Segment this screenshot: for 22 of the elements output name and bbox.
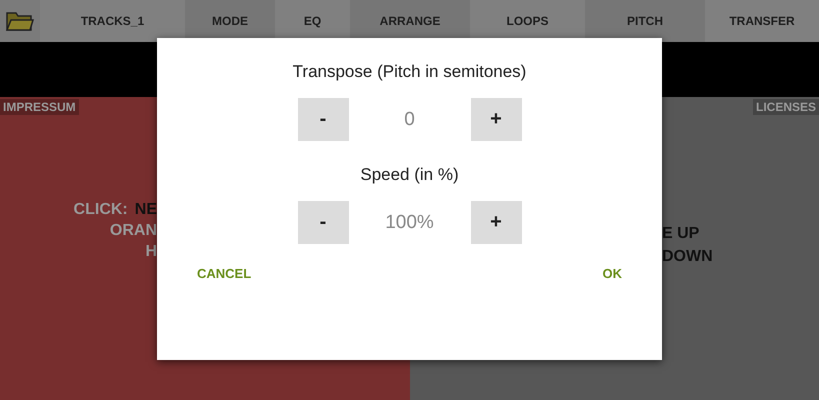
toolbar-tab[interactable]: TRANSFER [705, 0, 819, 42]
toolbar-tab[interactable]: PITCH [585, 0, 705, 42]
panel-text: DOWN [662, 248, 714, 266]
dialog-label: Transpose (Pitch in semitones) [292, 62, 526, 83]
panel-text: CLICK: [74, 201, 128, 219]
decrement-button[interactable]: - [298, 98, 348, 141]
cancel-button[interactable]: CANCEL [195, 262, 254, 285]
licenses-link[interactable]: LICENSES [752, 99, 819, 115]
decrement-button[interactable]: - [298, 201, 348, 244]
panel-text: NE [134, 201, 157, 219]
impressum-link[interactable]: IMPRESSUM [0, 99, 79, 115]
dialog-label: Speed (in %) [360, 165, 459, 186]
panel-text: H [145, 243, 157, 261]
ok-button[interactable]: OK [600, 262, 624, 285]
value-text: 100% [384, 212, 435, 234]
panel-text: E UP [662, 225, 700, 243]
folder-icon [6, 10, 34, 32]
panel-text: ORAN [110, 222, 157, 240]
value-text: 0 [403, 108, 416, 130]
increment-button[interactable]: + [470, 201, 522, 244]
toolbar-tab[interactable]: TRACKS_1 [40, 0, 185, 42]
increment-button[interactable]: + [470, 98, 522, 141]
